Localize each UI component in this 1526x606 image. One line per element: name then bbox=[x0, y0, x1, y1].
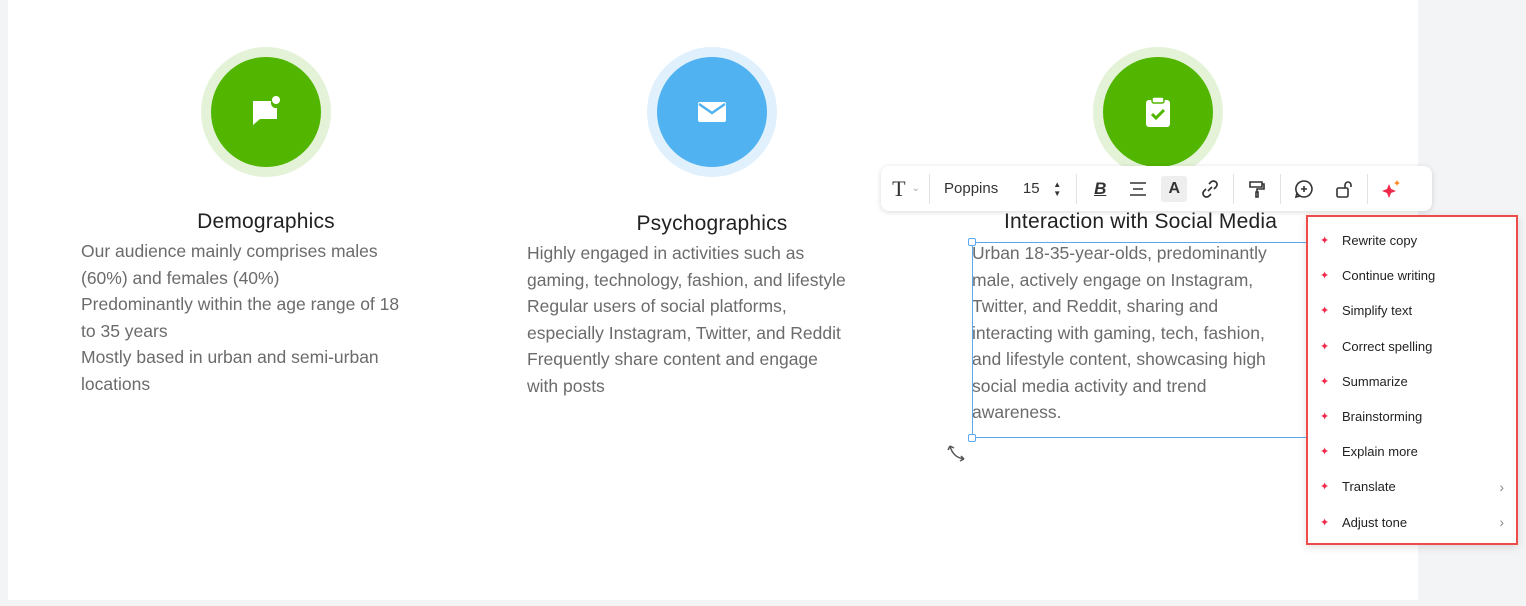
sparkle-icon: ✦ bbox=[1320, 375, 1330, 388]
text-line: Regular users of social platforms, bbox=[527, 296, 787, 316]
menu-item-correct-spelling[interactable]: ✦ Correct spelling bbox=[1308, 329, 1516, 364]
column-title: Demographics bbox=[197, 210, 335, 233]
text-line: locations bbox=[81, 373, 151, 394]
font-size-input[interactable]: 15 bbox=[1016, 174, 1046, 204]
paint-roller-icon bbox=[1249, 180, 1266, 198]
chevron-right-icon: › bbox=[1499, 514, 1504, 531]
menu-item-label: Simplify text bbox=[1342, 303, 1413, 319]
link-icon bbox=[1202, 179, 1219, 198]
text-line: Highly engaged in activities such as bbox=[527, 243, 805, 263]
text-line: Frequently share content and engage bbox=[527, 349, 818, 369]
link-button[interactable] bbox=[1195, 174, 1225, 204]
text-color-icon: A bbox=[1168, 179, 1180, 197]
unlock-icon bbox=[1336, 180, 1353, 198]
ai-assistant-button[interactable] bbox=[1376, 174, 1406, 204]
menu-item-label: Summarize bbox=[1342, 373, 1408, 389]
rotate-handle-icon[interactable] bbox=[946, 443, 968, 463]
chat-bubble-icon bbox=[253, 96, 280, 125]
menu-item-label: Adjust tone bbox=[1342, 514, 1408, 530]
menu-item-label: Explain more bbox=[1342, 444, 1418, 460]
format-painter-button[interactable] bbox=[1242, 174, 1272, 204]
sparkle-icon: ✦ bbox=[1320, 235, 1330, 248]
menu-item-adjust-tone[interactable]: ✦ Adjust tone › bbox=[1308, 505, 1516, 540]
menu-item-label: Translate bbox=[1342, 479, 1396, 495]
bold-icon: B bbox=[1094, 178, 1107, 198]
envelope-icon bbox=[698, 102, 726, 122]
sparkle-icon: ✦ bbox=[1320, 411, 1330, 424]
demographics-icon-circle bbox=[201, 47, 331, 177]
text-format-toolbar: T ⌄ Poppins 15 ▲ ▼ B A bbox=[881, 166, 1432, 211]
sparkle-icon: ✦ bbox=[1320, 516, 1330, 529]
column-title: Psychographics bbox=[636, 212, 788, 235]
chevron-down-icon: ⌄ bbox=[911, 183, 920, 194]
text-line: (60%) and females (40%) bbox=[81, 267, 280, 288]
caret-up-icon[interactable]: ▲ bbox=[1053, 180, 1061, 189]
text-line: gaming, technology, fashion, and lifesty… bbox=[527, 269, 846, 290]
menu-item-label: Correct spelling bbox=[1342, 338, 1433, 354]
font-size-stepper[interactable]: ▲ ▼ bbox=[1046, 174, 1068, 204]
comment-add-icon bbox=[1295, 179, 1313, 198]
text-line: with posts bbox=[527, 375, 605, 396]
text-type-dropdown[interactable]: T ⌄ bbox=[891, 174, 921, 204]
text-line: to 35 years bbox=[81, 320, 168, 341]
ai-sparkle-icon bbox=[1382, 179, 1401, 198]
font-family-select[interactable]: Poppins bbox=[938, 174, 1004, 204]
interaction-icon-circle bbox=[1093, 47, 1223, 177]
text-line: Our audience mainly comprises males bbox=[81, 241, 378, 261]
menu-item-label: Brainstorming bbox=[1342, 409, 1423, 425]
sparkle-icon: ✦ bbox=[1320, 305, 1330, 318]
menu-item-continue-writing[interactable]: ✦ Continue writing bbox=[1308, 258, 1516, 293]
menu-item-brainstorming[interactable]: ✦ Brainstorming bbox=[1308, 399, 1516, 434]
lock-button[interactable] bbox=[1329, 174, 1359, 204]
resize-handle-top-left[interactable] bbox=[968, 238, 976, 246]
psychographics-block: Psychographics Highly engaged in activit… bbox=[522, 212, 902, 399]
menu-item-label: Rewrite copy bbox=[1342, 233, 1418, 249]
bold-button[interactable]: B bbox=[1085, 174, 1115, 204]
align-center-icon bbox=[1130, 181, 1147, 196]
menu-item-summarize[interactable]: ✦ Summarize bbox=[1308, 364, 1516, 399]
demographics-block: Demographics Our audience mainly compris… bbox=[76, 210, 456, 397]
sparkle-icon: ✦ bbox=[1320, 340, 1330, 353]
psychographics-icon-circle bbox=[647, 47, 777, 177]
menu-item-explain-more[interactable]: ✦ Explain more bbox=[1308, 434, 1516, 469]
text-line: especially Instagram, Twitter, and Reddi… bbox=[527, 322, 841, 343]
sparkle-icon: ✦ bbox=[1320, 481, 1330, 494]
text-color-button[interactable]: A bbox=[1161, 175, 1188, 202]
text-line: Predominantly within the age range of 18 bbox=[81, 294, 400, 314]
resize-handle-bottom-left[interactable] bbox=[968, 434, 976, 442]
column-title: Interaction with Social Media bbox=[1004, 210, 1278, 233]
menu-item-rewrite-copy[interactable]: ✦ Rewrite copy bbox=[1308, 223, 1516, 258]
sparkle-icon: ✦ bbox=[1320, 446, 1330, 459]
ai-actions-menu: ✦ Rewrite copy ✦ Continue writing ✦ Simplify … bbox=[1306, 215, 1518, 545]
menu-item-label: Continue writing bbox=[1342, 268, 1436, 284]
clipboard-check-icon bbox=[1146, 96, 1170, 127]
menu-item-simplify-text[interactable]: ✦ Simplify text bbox=[1308, 293, 1516, 328]
chevron-right-icon: › bbox=[1499, 478, 1504, 495]
align-button[interactable] bbox=[1123, 174, 1153, 204]
add-comment-button[interactable] bbox=[1289, 174, 1319, 204]
selection-box[interactable] bbox=[972, 242, 1332, 438]
text-line: Mostly based in urban and semi-urban bbox=[81, 347, 379, 367]
sparkle-icon: ✦ bbox=[1320, 270, 1330, 283]
text-t-icon: T bbox=[892, 175, 906, 201]
menu-item-translate[interactable]: ✦ Translate › bbox=[1308, 469, 1516, 504]
caret-down-icon[interactable]: ▼ bbox=[1053, 189, 1061, 198]
